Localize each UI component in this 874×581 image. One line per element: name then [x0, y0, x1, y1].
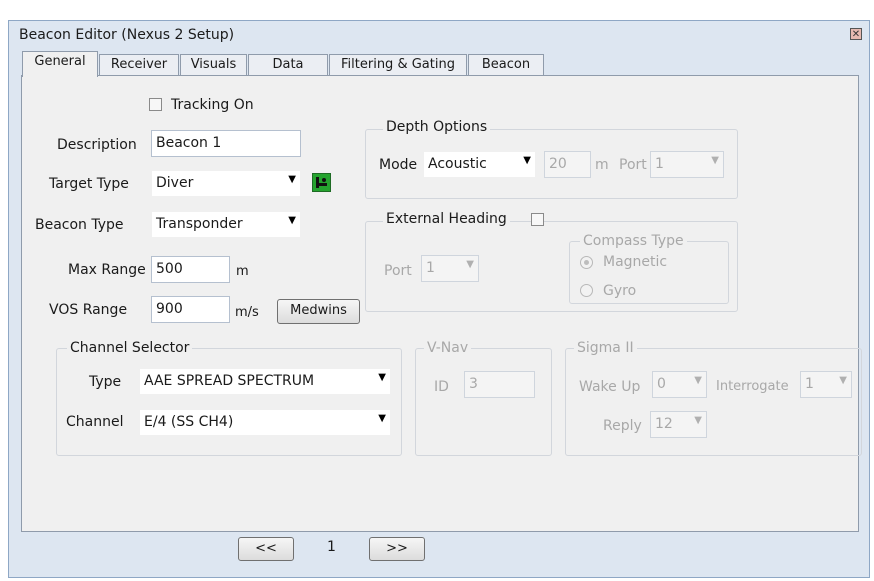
vnav-group [415, 348, 552, 456]
reply-select[interactable]: 12 ▼ [650, 411, 707, 438]
chevron-down-icon: ▼ [378, 372, 386, 383]
vnav-title: V-Nav [424, 340, 472, 356]
vos-range-field[interactable]: 900 [151, 296, 230, 323]
sigma-ii-group [565, 348, 862, 456]
target-type-label: Target Type [49, 176, 129, 192]
chevron-down-icon: ▼ [466, 259, 474, 270]
channel-selector-title: Channel Selector [67, 340, 193, 356]
target-type-value: Diver [156, 175, 194, 191]
chevron-down-icon: ▼ [288, 215, 296, 226]
depth-value-field[interactable]: 20 [544, 151, 591, 178]
chevron-down-icon: ▼ [694, 415, 702, 426]
vnav-id-field[interactable]: 3 [464, 371, 535, 398]
chevron-down-icon: ▼ [378, 413, 386, 424]
reply-label: Reply [603, 418, 642, 434]
depth-mode-value: Acoustic [428, 156, 487, 172]
chevron-down-icon: ▼ [523, 155, 531, 166]
diver-icon[interactable] [312, 173, 331, 192]
reply-value: 12 [655, 416, 673, 432]
wake-up-label: Wake Up [579, 379, 641, 395]
beacon-type-select[interactable]: Transponder ▼ [151, 211, 301, 238]
magnetic-radio[interactable] [580, 256, 593, 269]
tab-visuals[interactable]: Visuals [180, 54, 247, 76]
heading-port-label: Port [384, 263, 412, 279]
heading-port-select[interactable]: 1 ▼ [421, 255, 479, 282]
sigma-ii-title: Sigma II [574, 340, 637, 356]
channel-select[interactable]: E/4 (SS CH4) ▼ [139, 409, 391, 436]
wake-up-value: 0 [657, 376, 666, 392]
depth-port-select[interactable]: 1 ▼ [650, 151, 724, 178]
external-heading-title: External Heading [383, 211, 510, 227]
channel-value: E/4 (SS CH4) [144, 414, 234, 430]
heading-port-value: 1 [426, 260, 435, 276]
medwins-button[interactable]: Medwins [277, 299, 360, 324]
page-number: 1 [327, 539, 336, 555]
compass-type-group [569, 241, 729, 304]
tab-beacon[interactable]: Beacon [468, 54, 544, 76]
description-label: Description [57, 137, 137, 153]
vos-range-label: VOS Range [49, 302, 128, 318]
max-range-unit: m [236, 264, 249, 279]
gyro-label: Gyro [603, 283, 637, 299]
tracking-on-label: Tracking On [171, 97, 254, 113]
channel-type-label: Type [89, 374, 122, 390]
compass-type-title: Compass Type [580, 233, 687, 249]
beacon-type-value: Transponder [156, 216, 243, 232]
depth-options-title: Depth Options [383, 119, 491, 135]
external-heading-checkbox[interactable] [531, 213, 544, 226]
previous-page-button[interactable]: << [238, 537, 294, 561]
chevron-down-icon: ▼ [711, 155, 719, 166]
depth-port-label: Port [619, 157, 647, 173]
vos-range-unit: m/s [235, 305, 259, 320]
max-range-label: Max Range [68, 262, 146, 278]
depth-unit: m [595, 157, 609, 173]
tab-filtering-gating[interactable]: Filtering & Gating [329, 54, 467, 76]
tracking-on-checkbox[interactable] [149, 98, 162, 111]
max-range-field[interactable]: 500 [151, 256, 230, 283]
vnav-id-label: ID [434, 379, 449, 395]
channel-type-value: AAE SPREAD SPECTRUM [144, 373, 315, 389]
chevron-down-icon: ▼ [694, 375, 702, 386]
channel-type-select[interactable]: AAE SPREAD SPECTRUM ▼ [139, 368, 391, 395]
interrogate-value: 1 [805, 376, 814, 392]
chevron-down-icon: ▼ [839, 375, 847, 386]
next-page-button[interactable]: >> [369, 537, 425, 561]
depth-port-value: 1 [655, 156, 664, 172]
tab-data[interactable]: Data [248, 54, 328, 76]
gyro-radio[interactable] [580, 284, 593, 297]
interrogate-label: Interrogate [716, 379, 789, 394]
interrogate-select[interactable]: 1 ▼ [800, 371, 852, 398]
magnetic-label: Magnetic [603, 254, 668, 270]
chevron-down-icon: ▼ [288, 174, 296, 185]
close-icon[interactable]: ✕ [850, 28, 862, 40]
beacon-type-label: Beacon Type [35, 217, 124, 233]
channel-label: Channel [66, 414, 124, 430]
tab-receiver[interactable]: Receiver [99, 54, 179, 76]
depth-mode-select[interactable]: Acoustic ▼ [423, 151, 536, 178]
mode-label: Mode [379, 157, 418, 173]
tab-general[interactable]: General [22, 51, 98, 77]
description-field[interactable]: Beacon 1 [151, 130, 301, 157]
channel-selector-group [56, 348, 402, 456]
wake-up-select[interactable]: 0 ▼ [652, 371, 707, 398]
window-title: Beacon Editor (Nexus 2 Setup) [19, 27, 235, 43]
target-type-select[interactable]: Diver ▼ [151, 170, 301, 197]
